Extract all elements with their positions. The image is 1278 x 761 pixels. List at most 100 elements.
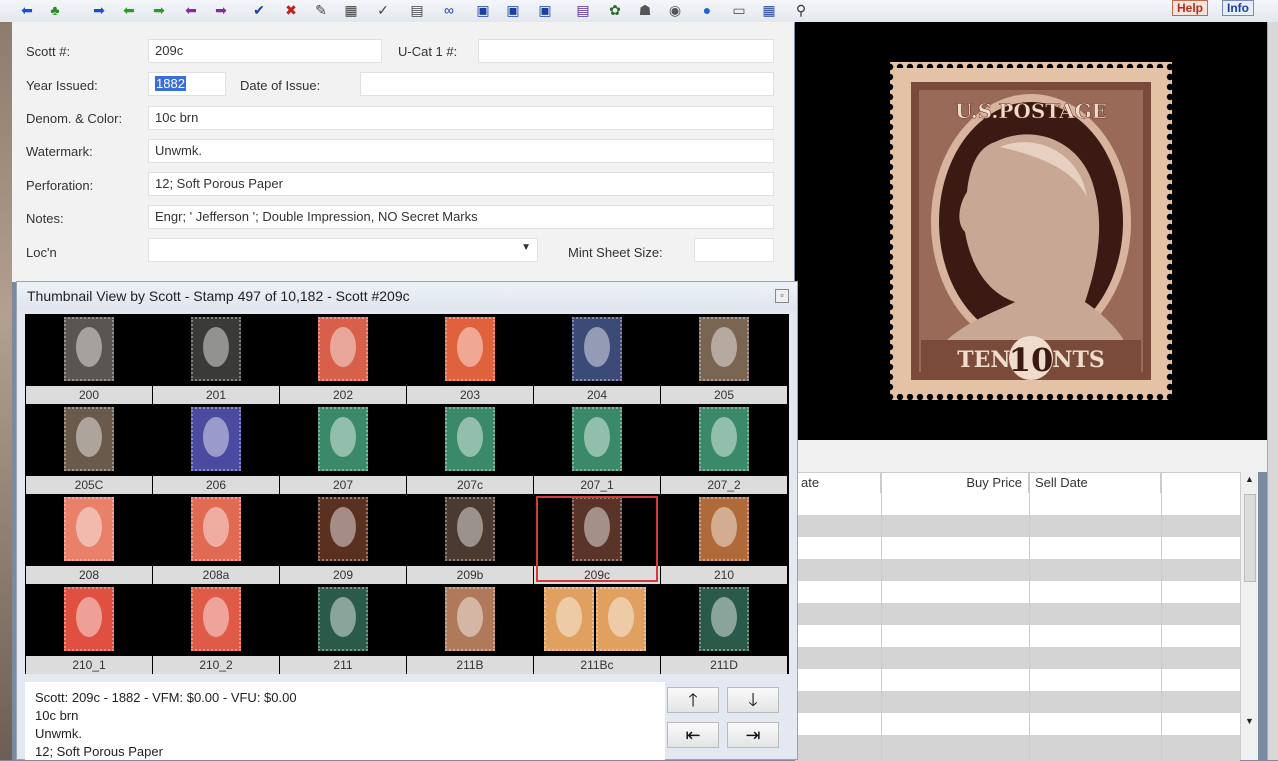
thumbnail-211bc[interactable] <box>534 584 660 654</box>
tree-icon[interactable]: ♣ <box>46 2 64 18</box>
perforation-field[interactable]: 12; Soft Porous Paper <box>148 172 774 196</box>
thumbnail-201[interactable] <box>153 314 279 384</box>
chevron-down-icon[interactable]: ▼ <box>521 242 531 253</box>
table-icon[interactable]: ▦ <box>760 2 778 18</box>
grid-row[interactable] <box>795 493 1240 515</box>
window-edge <box>1267 22 1278 760</box>
thumbnail-208[interactable] <box>26 494 152 564</box>
scroll-up-icon[interactable]: ▲ <box>1245 474 1254 484</box>
grid-header-buy-price[interactable]: Buy Price <box>881 473 1029 493</box>
monitor-icon[interactable]: ▭ <box>730 2 748 18</box>
thumbnail-206[interactable] <box>153 404 279 474</box>
notes-field[interactable]: Engr; ' Jefferson '; Double Impression, … <box>148 205 774 229</box>
grid-row[interactable] <box>795 625 1240 647</box>
portrait <box>711 417 737 457</box>
pen-icon[interactable]: ✎ <box>312 2 330 18</box>
date-field[interactable] <box>360 72 774 96</box>
scroll-down-icon[interactable]: ▼ <box>1245 716 1254 726</box>
grid-row[interactable] <box>795 515 1240 537</box>
ucat-label: U-Cat 1 #: <box>398 44 458 59</box>
grid-row[interactable] <box>795 603 1240 625</box>
location-dropdown[interactable]: ▼ <box>148 238 538 262</box>
stamp-info-panel: Scott: 209c - 1882 - VFM: $0.00 - VFU: $… <box>25 682 665 760</box>
scroll-thumb[interactable] <box>1244 494 1256 582</box>
thumbnail-204[interactable] <box>534 314 660 384</box>
grid-header-extra[interactable] <box>1161 473 1240 493</box>
purple-left-icon[interactable]: ⬅ <box>182 2 200 18</box>
thumbnail-205[interactable] <box>661 314 787 384</box>
pin-icon[interactable]: ⚲ <box>792 2 810 18</box>
people-icon[interactable]: ✿ <box>606 2 624 18</box>
thumbnail-titlebar[interactable]: Thumbnail View by Scott - Stamp 497 of 1… <box>17 282 797 310</box>
grid-scrollbar[interactable]: ▲ ▼ <box>1240 472 1258 760</box>
nav-up-button[interactable]: 🡑 <box>667 687 719 713</box>
info-button[interactable]: Info <box>1222 0 1254 16</box>
portrait <box>584 327 610 367</box>
thumbnail-207_2[interactable] <box>661 404 787 474</box>
grid-edit-icon[interactable]: ▦ <box>342 2 360 18</box>
grid-row[interactable] <box>795 647 1240 669</box>
info-line: Scott: 209c - 1882 - VFM: $0.00 - VFU: $… <box>35 690 297 705</box>
portrait <box>330 507 356 547</box>
grid-row[interactable] <box>795 691 1240 713</box>
year-field[interactable]: 1882 <box>148 72 226 96</box>
stamp-thumbnail <box>318 317 368 381</box>
arrow-right-icon[interactable]: ➡ <box>90 2 108 18</box>
nav-last-button[interactable]: ⇥ <box>727 722 779 748</box>
binoculars-icon[interactable]: ∞ <box>440 2 458 18</box>
drop-icon[interactable]: ● <box>698 2 716 18</box>
nav-first-button[interactable]: ⇤ <box>667 722 719 748</box>
nav-down-button[interactable]: 🡓 <box>727 687 779 713</box>
thumbnail-211b[interactable] <box>407 584 533 654</box>
ucat-field[interactable] <box>478 39 774 63</box>
portrait <box>711 327 737 367</box>
watermark-field[interactable]: Unwmk. <box>148 139 774 163</box>
check-icon[interactable]: ✔ <box>250 2 268 18</box>
cross-icon[interactable]: ✖ <box>282 2 300 18</box>
thumbnail-210_1[interactable] <box>26 584 152 654</box>
thumbnail-203[interactable] <box>407 314 533 384</box>
thumbnail-211d[interactable] <box>661 584 787 654</box>
scott-field[interactable]: 209c <box>148 39 382 63</box>
restore-icon[interactable]: ▫ <box>775 289 789 303</box>
portrait <box>203 507 229 547</box>
thumbnail-208a[interactable] <box>153 494 279 564</box>
denom-field[interactable]: 10c brn <box>148 106 774 130</box>
grid-row[interactable] <box>795 735 1240 761</box>
doc1-icon[interactable]: ▣ <box>474 2 492 18</box>
grid-row[interactable] <box>795 713 1240 735</box>
grid-row[interactable] <box>795 581 1240 603</box>
grid-header-date[interactable]: ate <box>795 473 881 493</box>
thumbnail-202[interactable] <box>280 314 406 384</box>
doc2-icon[interactable]: ▣ <box>504 2 522 18</box>
thumbnail-207[interactable] <box>280 404 406 474</box>
thumbnail-210_2[interactable] <box>153 584 279 654</box>
book-icon[interactable]: ▤ <box>574 2 592 18</box>
thumbnail-209b[interactable] <box>407 494 533 564</box>
thumbnail-207c[interactable] <box>407 404 533 474</box>
thumbnail-209[interactable] <box>280 494 406 564</box>
doc3-icon[interactable]: ▣ <box>536 2 554 18</box>
mint-sheet-field[interactable] <box>694 238 774 262</box>
arrow-left-icon[interactable]: ⬅ <box>18 2 36 18</box>
check-x-icon[interactable]: ✓ <box>374 2 392 18</box>
grid-row[interactable] <box>795 537 1240 559</box>
users-icon[interactable]: ☗ <box>636 2 654 18</box>
thumbnail-205c[interactable] <box>26 404 152 474</box>
grid-header-sell-date[interactable]: Sell Date <box>1029 473 1161 493</box>
grid-x-icon[interactable]: ▤ <box>408 2 426 18</box>
thumbnail-title: Thumbnail View by Scott - Stamp 497 of 1… <box>27 288 410 304</box>
purple-right-icon[interactable]: ➡ <box>212 2 230 18</box>
thumbnail-200[interactable] <box>26 314 152 384</box>
grid-row[interactable] <box>795 559 1240 581</box>
thumbnail-211[interactable] <box>280 584 406 654</box>
help-button[interactable]: Help <box>1172 0 1209 16</box>
thumbnail-210[interactable] <box>661 494 787 564</box>
portrait <box>457 597 483 637</box>
thumbnail-207_1[interactable] <box>534 404 660 474</box>
green-left-icon[interactable]: ⬅ <box>120 2 138 18</box>
denom-label: Denom. & Color: <box>26 111 123 126</box>
grid-row[interactable] <box>795 669 1240 691</box>
green-right-icon[interactable]: ➡ <box>150 2 168 18</box>
globe-icon[interactable]: ◉ <box>666 2 684 18</box>
